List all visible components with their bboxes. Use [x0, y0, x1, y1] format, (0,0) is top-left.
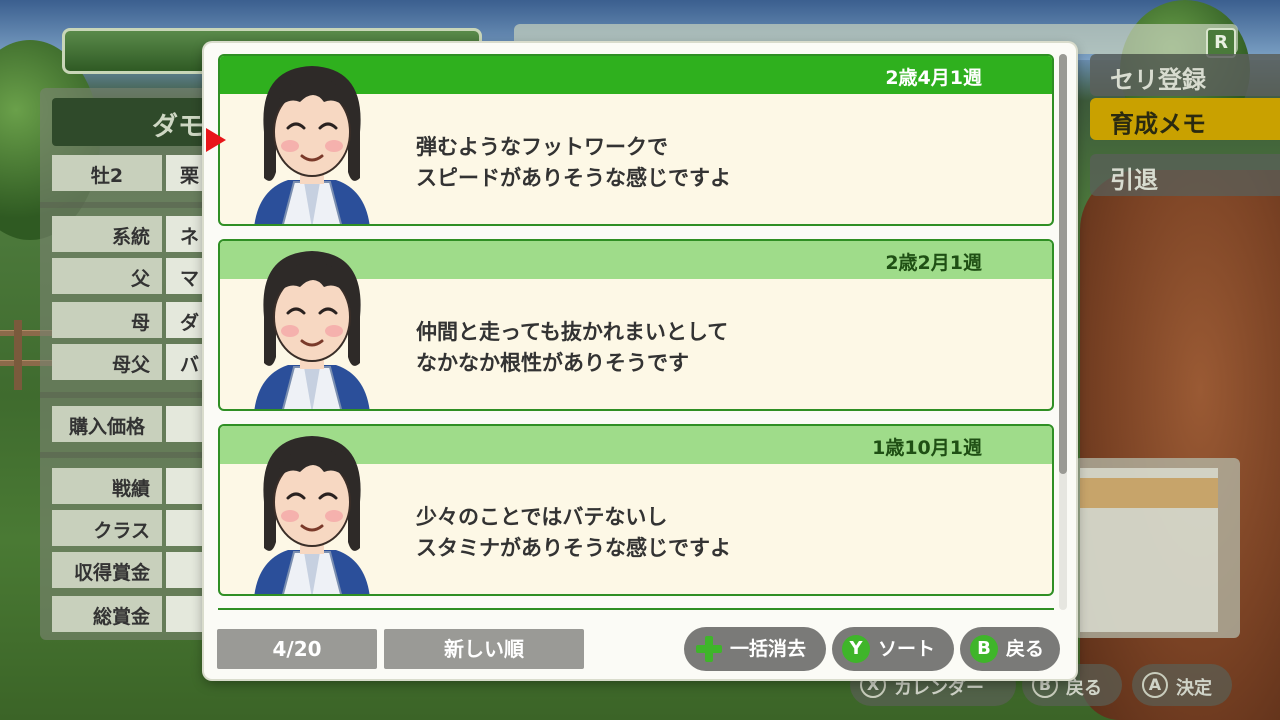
panel-divider [40, 202, 220, 208]
panel-divider [40, 392, 220, 398]
confirm-label: 決定 [1176, 678, 1212, 699]
trainer-portrait-icon [254, 251, 370, 409]
memo-card[interactable]: 1歳10月1週 少々のことではバテないし スタミナがありそうな感じですよ [218, 424, 1054, 596]
earned-prize-label: 収得賞金 [52, 552, 162, 588]
sort-label: ソート [878, 638, 936, 660]
sex-age-label: 牡2 [52, 155, 162, 191]
back-label: 戻る [1006, 638, 1045, 660]
a-button-icon: A [1142, 672, 1168, 698]
panel-divider [40, 452, 220, 458]
memo-text: 仲間と走っても抜かれまいとして なかなか根性がありそうです [416, 317, 728, 379]
selection-cursor-icon [206, 128, 226, 152]
retire-button[interactable]: 引退 [1090, 154, 1280, 196]
lineage-label: 系統 [52, 216, 162, 252]
memo-date: 1歳10月1週 [872, 437, 982, 459]
confirm-button[interactable]: A 決定 [1132, 664, 1232, 706]
memo-date: 2歳4月1週 [885, 67, 982, 89]
memo-card[interactable]: 2歳2月1週 仲間と走っても抜かれまいとして なかなか根性がありそうです [218, 239, 1054, 411]
back-button[interactable]: B 戻る [960, 627, 1060, 671]
memo-text: 少々のことではバテないし スタミナがありそうな感じですよ [416, 502, 731, 564]
memo-line: なかなか根性がありそうです [416, 351, 689, 375]
sort-order-label: 新しい順 [384, 629, 584, 669]
class-label: クラス [52, 510, 162, 546]
plus-button-icon [696, 636, 722, 662]
memo-date: 2歳2月1週 [885, 252, 982, 274]
memo-line: スタミナがありそうな感じですよ [416, 536, 731, 560]
record-label: 戦績 [52, 468, 162, 504]
trainer-portrait-icon [254, 66, 370, 224]
memo-line: スピードがありそうな感じですよ [416, 166, 731, 190]
memo-line: 弾むようなフットワークで [416, 135, 668, 159]
total-prize-label: 総賞金 [52, 596, 162, 632]
auction-register-button[interactable]: セリ登録 [1090, 54, 1280, 96]
sire-label: 父 [52, 258, 162, 294]
b-button-icon: B [970, 635, 998, 663]
clear-all-button[interactable]: 一括消去 [684, 627, 826, 671]
right-info-highlight [1080, 478, 1218, 508]
page-counter: 4/20 [217, 629, 377, 669]
clear-all-label: 一括消去 [730, 638, 807, 660]
purchase-price-label: 購入価格 [52, 406, 162, 442]
memo-line: 仲間と走っても抜かれまいとして [416, 320, 729, 344]
memo-card-next-partial [218, 608, 1054, 614]
horse-name: ダモ [52, 98, 222, 146]
calendar-label: カレンダー [894, 678, 984, 699]
scrollbar-thumb[interactable] [1059, 54, 1067, 474]
memo-line: 少々のことではバテないし [416, 505, 668, 529]
sort-button[interactable]: Y ソート [832, 627, 954, 671]
memo-card[interactable]: 2歳4月1週 弾むようなフットワークで スピードがありそうな感じですよ [218, 54, 1054, 226]
training-memo-button[interactable]: 育成メモ [1090, 98, 1280, 140]
dam-label: 母 [52, 302, 162, 338]
trainer-portrait-icon [254, 436, 370, 594]
y-button-icon: Y [842, 635, 870, 663]
memo-text: 弾むようなフットワークで スピードがありそうな感じですよ [416, 132, 731, 194]
bg-back-label: 戻る [1066, 678, 1102, 699]
fence-post [14, 320, 22, 390]
damsire-label: 母父 [52, 344, 162, 380]
